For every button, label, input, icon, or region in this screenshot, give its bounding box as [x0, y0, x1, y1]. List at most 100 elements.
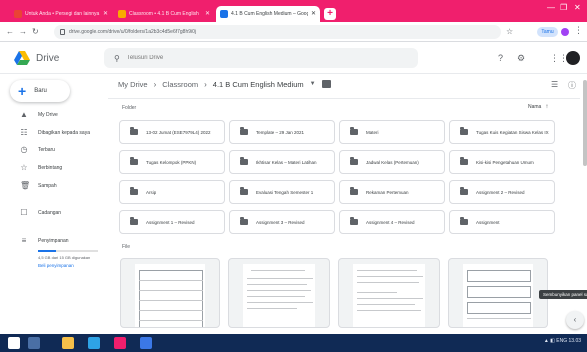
sidebar-item-shared[interactable]: ☷ Dibagikan kepada saya [0, 126, 104, 139]
folder-card[interactable]: Assignment 1 – Revised [119, 210, 225, 234]
extension-icon[interactable] [561, 28, 569, 36]
shared-folder-icon [321, 80, 331, 88]
tab-close-icon[interactable]: ✕ [205, 11, 210, 17]
folder-card[interactable]: Arsip [119, 180, 225, 204]
file-explorer-icon[interactable] [62, 337, 74, 349]
new-button[interactable]: + Baru [10, 80, 70, 102]
bookmark-star-icon[interactable]: ☆ [506, 27, 513, 36]
breadcrumb-item[interactable]: My Drive [118, 80, 148, 89]
sidebar-item-my-drive[interactable]: ▲ My Drive [0, 108, 104, 121]
drive-logo-icon[interactable] [14, 51, 30, 65]
sidebar-item-starred[interactable]: ☆ Berbintang [0, 161, 104, 174]
folder-card[interactable]: Jadwal Kelas (Pertemuan) [339, 150, 445, 174]
photos-icon[interactable] [140, 337, 152, 349]
profile-button[interactable]: Tamu [537, 27, 558, 37]
folder-card[interactable]: Assignment [449, 210, 555, 234]
folder-icon [130, 187, 138, 195]
tab-title: Untuk Anda • Persegi dan lainnya [25, 11, 100, 17]
thumbnail-line [467, 318, 531, 319]
info-icon[interactable]: ⓘ [568, 80, 576, 91]
file-card[interactable] [448, 258, 548, 328]
folder-card[interactable]: Assignment 3 – Revised [229, 210, 335, 234]
reload-icon[interactable]: ↻ [32, 26, 39, 38]
new-tab-button[interactable]: + [324, 8, 336, 20]
chevron-left-icon[interactable]: ‹ [566, 311, 584, 329]
help-icon[interactable]: ? [498, 54, 503, 63]
browser-tab-active[interactable]: 4.1 B Cum English Medium – Google Drive … [216, 6, 320, 22]
folder-icon [240, 157, 248, 165]
folder-card[interactable]: Ikhtisar Kelas – Materi Latihan [229, 150, 335, 174]
file-card[interactable] [338, 258, 440, 328]
list-view-icon[interactable]: ☰ [551, 80, 558, 89]
folder-card[interactable]: Kisi-kisi Pengetahuan Umum [449, 150, 555, 174]
folder-card[interactable]: Assignment 2 – Revised [449, 180, 555, 204]
system-tray[interactable]: ▲ ◧ ENG 13.03 [544, 338, 581, 344]
storage-progress-bar [38, 250, 98, 252]
start-icon[interactable] [8, 337, 20, 349]
close-window-button[interactable]: ✕ [574, 3, 581, 13]
folder-icon [350, 127, 358, 135]
breadcrumb-current[interactable]: 4.1 B Cum English Medium [213, 80, 304, 89]
file-thumbnail [135, 264, 205, 327]
folder-name: Assignment 1 – Revised [146, 219, 195, 225]
folder-card[interactable]: Template – 29 Jan 2021 [229, 120, 335, 144]
sidebar-item-storage[interactable]: ≡ Penyimpanan [0, 234, 104, 247]
sidebar-item-backup[interactable]: ☐ Cadangan [0, 206, 104, 219]
sort-control[interactable]: Nama ↑ [528, 104, 548, 110]
back-icon[interactable]: ← [6, 26, 14, 38]
folder-name: Jadwal Kelas (Pertemuan) [366, 159, 419, 165]
tab-close-icon[interactable]: ✕ [103, 11, 108, 17]
folder-name: Materi [366, 129, 379, 135]
tab-favicon-icon [14, 10, 22, 18]
folder-name: Kisi-kisi Pengetahuan Umum [476, 159, 534, 165]
minimize-button[interactable]: — [547, 3, 555, 13]
folder-name: Ikhtisar Kelas – Materi Latihan [256, 159, 317, 165]
breadcrumb-item[interactable]: Classroom [162, 80, 198, 89]
thumbnail-line [247, 278, 313, 279]
buy-storage-link[interactable]: Beli penyimpanan [38, 263, 74, 268]
avatar[interactable] [566, 51, 580, 65]
folder-icon [460, 127, 468, 135]
search-icon[interactable]: ⚲ [114, 54, 120, 63]
file-card[interactable] [228, 258, 330, 328]
file-card[interactable] [120, 258, 220, 328]
recent-icon: ◷ [20, 144, 28, 154]
tab-favicon-icon [220, 10, 228, 18]
folder-card[interactable]: Evaluasi Tengah Semester 1 [229, 180, 335, 204]
edge-icon[interactable] [88, 337, 100, 349]
folder-card[interactable]: Materi [339, 120, 445, 144]
folder-card[interactable]: Tugas Kelompok (PPKN) [119, 150, 225, 174]
chevron-down-icon[interactable]: ▼ [310, 81, 316, 87]
sidebar-item-recent[interactable]: ◷ Terbaru [0, 143, 104, 156]
browser-tab[interactable]: Classroom • 4.1 B Cum English ✕ [114, 6, 214, 22]
storage-icon: ≡ [21, 235, 27, 245]
sidebar-item-label: Dibagikan kepada saya [38, 129, 90, 136]
thumbnail-line [139, 300, 203, 301]
thumbnail-line [247, 290, 311, 291]
chrome-icon[interactable] [114, 337, 126, 349]
folder-card[interactable]: Tugas Kuis Kegiatan Siswa Kelas IX [449, 120, 555, 144]
plus-icon: + [18, 83, 27, 99]
tab-close-icon[interactable]: ✕ [311, 11, 316, 17]
file-thumbnail [463, 264, 533, 327]
folder-card[interactable]: Rekaman Pertemuan [339, 180, 445, 204]
folder-card[interactable]: Assignment 4 – Revised [339, 210, 445, 234]
thumbnail-line [357, 298, 423, 299]
search-taskbar-icon[interactable] [28, 337, 40, 349]
folder-card[interactable]: 13-02 Jumat (ESE7979L4) 2022 [119, 120, 225, 144]
drive-brand-text[interactable]: Drive [36, 53, 59, 64]
scrollbar[interactable] [583, 80, 587, 166]
thumbnail-line [357, 270, 417, 271]
thumbnail-line [247, 296, 305, 297]
folder-icon [240, 217, 248, 225]
settings-icon[interactable]: ⚙ [517, 54, 525, 63]
browser-menu-icon[interactable]: ⋮ [574, 25, 583, 36]
sidebar-item-trash[interactable]: 🗑 Sampah [0, 179, 104, 192]
address-bar[interactable]: drive.google.com/drive/u/0/folders/1a2b3… [54, 25, 501, 39]
search-box[interactable]: ⚲ [104, 48, 418, 68]
browser-tab[interactable]: Untuk Anda • Persegi dan lainnya ✕ [10, 6, 112, 22]
maximize-button[interactable]: ❐ [560, 3, 567, 13]
search-input[interactable] [126, 55, 327, 61]
sort-arrow-icon[interactable]: ↑ [545, 104, 548, 110]
forward-icon[interactable]: → [19, 26, 27, 38]
